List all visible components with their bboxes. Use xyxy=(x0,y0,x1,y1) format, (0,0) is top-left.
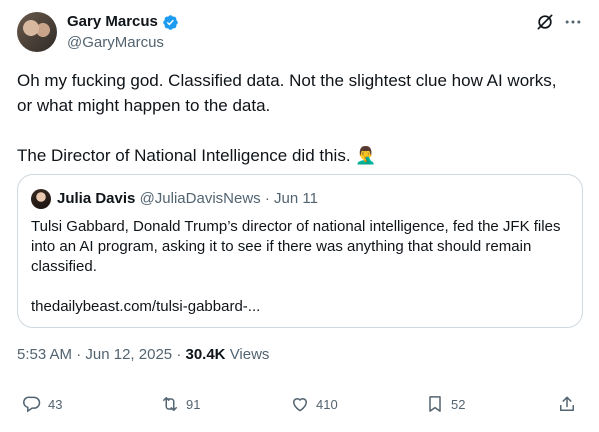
reply-count: 43 xyxy=(48,396,63,412)
quote-header: Julia Davis @JuliaDavisNews · Jun 11 xyxy=(57,189,318,209)
meta-separator: · xyxy=(176,346,182,363)
quote-date[interactable]: Jun 11 xyxy=(274,190,318,207)
author-handle[interactable]: @GaryMarcus xyxy=(67,33,164,53)
quote-author-avatar[interactable] xyxy=(31,189,51,209)
meta-separator: · xyxy=(76,346,82,363)
author-name[interactable]: Gary Marcus xyxy=(67,12,179,32)
repost-button[interactable]: 91 xyxy=(160,394,200,414)
reply-icon xyxy=(23,396,41,413)
quote-author-name[interactable]: Julia Davis xyxy=(57,190,135,207)
repost-icon xyxy=(163,397,177,411)
views-count: 30.4K xyxy=(185,346,226,363)
tweet-date[interactable]: Jun 12, 2025 xyxy=(85,346,172,363)
quote-author-handle[interactable]: @JuliaDavisNews xyxy=(140,190,261,207)
heart-icon xyxy=(292,398,308,412)
tweet-line: or what might happen to the data. xyxy=(17,96,271,115)
author-avatar[interactable] xyxy=(17,12,57,52)
share-icon xyxy=(560,396,574,411)
bookmark-count: 52 xyxy=(451,396,466,412)
share-button[interactable] xyxy=(557,394,577,414)
bookmark-button[interactable]: 52 xyxy=(425,394,465,414)
tweet-meta: 5:53 AM · Jun 12, 2025 · 30.4K Views xyxy=(17,345,269,365)
quote-separator: · xyxy=(264,190,270,207)
like-count: 410 xyxy=(316,396,338,412)
tweet-text: Oh my fucking god. Classified data. Not … xyxy=(17,68,587,168)
repost-count: 91 xyxy=(186,396,201,412)
verified-badge-icon xyxy=(163,14,178,30)
action-bar: 43 91 410 52 xyxy=(0,394,599,418)
bookmark-icon xyxy=(429,396,441,412)
tweet-line: Oh my fucking god. Classified data. Not … xyxy=(17,71,557,90)
tweet-time[interactable]: 5:53 AM xyxy=(17,346,72,363)
tweet-line: The Director of National Intelligence di… xyxy=(17,146,377,165)
more-options-icon[interactable] xyxy=(563,12,583,32)
quote-text: Tulsi Gabbard, Donald Trump’s director o… xyxy=(31,218,561,275)
quote-link[interactable]: thedailybeast.com/tulsi-gabbard-... xyxy=(31,297,260,317)
views-label: Views xyxy=(229,346,270,363)
like-button[interactable]: 410 xyxy=(290,394,338,414)
reply-button[interactable]: 43 xyxy=(22,394,62,414)
grok-icon[interactable] xyxy=(535,12,555,32)
author-name-text[interactable]: Gary Marcus xyxy=(67,12,158,32)
quoted-tweet[interactable]: Julia Davis @JuliaDavisNews · Jun 11 Tul… xyxy=(17,174,583,328)
